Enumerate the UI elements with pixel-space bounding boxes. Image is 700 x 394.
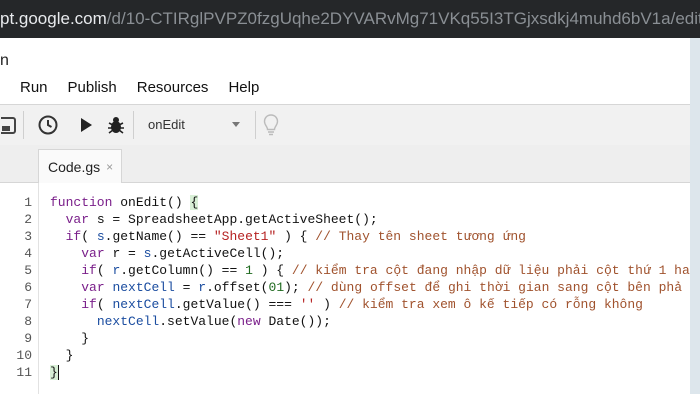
text-cursor (57, 365, 59, 381)
project-title-fragment: n (0, 52, 9, 69)
line-number: 11 (16, 365, 32, 380)
code-token: } (50, 365, 58, 380)
line-number: 6 (24, 280, 32, 295)
save-button[interactable] (0, 105, 22, 145)
history-button[interactable] (34, 105, 62, 145)
code-token: ( (81, 229, 97, 244)
tab-label: Code.gs (48, 158, 101, 175)
debug-button[interactable] (103, 105, 129, 145)
close-icon[interactable]: × (106, 160, 113, 174)
code-token: r = (112, 246, 144, 261)
debug-icon (108, 117, 124, 134)
code-line[interactable]: var nextCell = r.offset(01); // dùng off… (50, 279, 682, 296)
code-token: = (174, 280, 199, 295)
code-token: var (81, 246, 113, 261)
code-token: } (81, 331, 90, 346)
code-token: .getColumn() == (120, 263, 246, 278)
line-number: 3 (24, 229, 32, 244)
code-editor[interactable]: 1 2 3 4 5 6 7 8 9 10 11 function onEdit() { var s … (0, 183, 690, 394)
url-host: pt.google.com (0, 9, 107, 28)
tab-code-gs[interactable]: Code.gs × (38, 149, 122, 183)
code-token: nextCell (96, 314, 160, 329)
code-token: { (190, 195, 199, 210)
line-number: 4 (24, 246, 32, 261)
code-token: ); (284, 280, 308, 295)
code-line[interactable]: var r = s.getActiveCell(); (50, 245, 284, 262)
code-token: .offset( (206, 280, 269, 295)
code-token: ( (96, 297, 113, 312)
code-token: r (198, 280, 207, 295)
code-token: // kiểm tra cột đang nhập dữ liệu phải c… (291, 263, 690, 278)
script-editor-window: n Run Publish Resources Help onEdit Code… (0, 38, 690, 394)
line-number: 9 (24, 331, 32, 346)
address-bar[interactable]: pt.google.com/d/10-CTIRglPVPZ0fzgUqhe2DY… (0, 0, 700, 38)
code-token: "Sheet1" (213, 229, 277, 244)
run-icon (81, 118, 92, 132)
code-token: .getValue() === (174, 297, 300, 312)
code-token: var (65, 212, 97, 227)
save-icon (1, 117, 16, 134)
chevron-down-icon (232, 121, 240, 127)
code-line[interactable]: function onEdit() { (50, 194, 199, 211)
line-number: 5 (24, 263, 32, 278)
code-token: nextCell (112, 280, 175, 295)
url-path: /d/10-CTIRglPVPZ0fzgUqhe2DYVARvMg71VKq55… (106, 9, 700, 28)
code-line[interactable]: } (50, 330, 89, 347)
code-token: onEdit() (120, 195, 191, 210)
code-token: var (81, 280, 113, 295)
code-token: .getName() == (104, 229, 214, 244)
code-line[interactable]: if( r.getColumn() == 1 ) { // kiểm tra c… (50, 262, 690, 279)
code-token: .getActiveCell(); (151, 246, 285, 261)
code-line[interactable]: if( s.getName() == "Sheet1" ) { // Thay … (50, 228, 526, 245)
code-token: // kiểm tra xem ô kế tiếp có rỗng không (338, 297, 643, 312)
code-token: // Thay tên sheet tương ứng (315, 229, 526, 244)
code-token: } (65, 348, 74, 363)
code-token: if (65, 229, 82, 244)
code-token: ( (96, 263, 113, 278)
function-select[interactable]: onEdit (136, 110, 252, 138)
code-token: function (50, 195, 121, 210)
run-button[interactable] (74, 105, 98, 145)
line-number: 1 (24, 195, 32, 210)
code-token: if (81, 297, 97, 312)
code-token: Date()); (268, 314, 331, 329)
toolbar: onEdit (0, 104, 690, 146)
code-token: s = SpreadsheetApp.getActiveSheet(); (96, 212, 378, 227)
file-tab-strip: Code.gs × (0, 145, 690, 183)
code-token: nextCell (112, 297, 175, 312)
line-number: 7 (24, 297, 32, 312)
code-line[interactable]: } (50, 347, 74, 364)
line-number: 8 (24, 314, 32, 329)
code-token: ) (315, 297, 339, 312)
code-line[interactable]: if( nextCell.getValue() === '' ) // kiểm… (50, 296, 643, 313)
code-token: s (96, 229, 105, 244)
lightbulb-icon (263, 114, 279, 136)
code-token: ) { (252, 263, 292, 278)
code-token: new (237, 314, 269, 329)
code-line[interactable]: var s = SpreadsheetApp.getActiveSheet(); (50, 211, 378, 228)
menu-run[interactable]: Run (20, 79, 48, 101)
line-number: 10 (16, 348, 32, 363)
line-number: 2 (24, 212, 32, 227)
code-line[interactable]: nextCell.setValue(new Date()); (50, 313, 331, 330)
code-token: .setValue( (159, 314, 238, 329)
line-number-gutter: 1 2 3 4 5 6 7 8 9 10 11 (0, 183, 39, 394)
menu-bar: Run Publish Resources Help (0, 79, 259, 101)
menu-publish[interactable]: Publish (68, 79, 117, 101)
function-select-value: onEdit (148, 116, 185, 132)
lightbulb-button[interactable] (259, 105, 283, 145)
menu-resources[interactable]: Resources (137, 79, 209, 101)
code-line[interactable]: } (50, 364, 59, 381)
code-token: 1 (276, 280, 285, 295)
code-token: ) { (276, 229, 316, 244)
code-token: if (81, 263, 97, 278)
code-token: '' (299, 297, 316, 312)
code-token: // dùng offset để ghi thời gian sang cột… (307, 280, 682, 295)
code-token: 1 (245, 263, 253, 278)
history-icon (38, 115, 58, 135)
menu-help[interactable]: Help (228, 79, 259, 101)
